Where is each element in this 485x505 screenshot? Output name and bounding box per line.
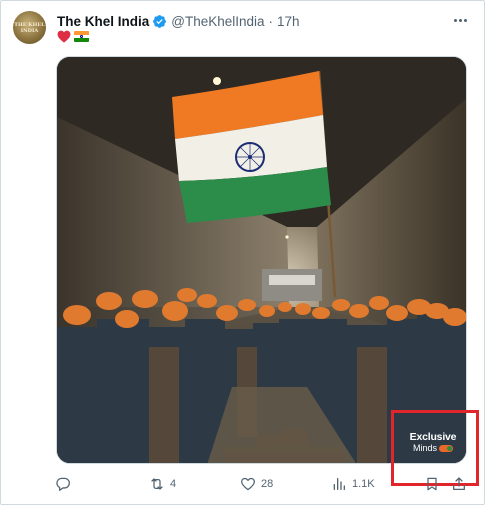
views-bar-chart-icon <box>333 478 345 490</box>
timestamp[interactable]: 17h <box>277 14 300 29</box>
tweet-card[interactable]: THE KHEL INDIA The Khel India @TheKhelIn… <box>0 0 485 505</box>
bookmark-button[interactable] <box>424 474 440 494</box>
retweet-button[interactable]: 4 <box>149 474 176 494</box>
retweet-icon <box>151 478 163 490</box>
india-flag-icon <box>74 31 89 42</box>
bookmark-icon <box>427 477 437 491</box>
like-count: 28 <box>261 478 274 490</box>
tweet-image[interactable]: Exclusive Minds <box>56 56 467 464</box>
tweet-actions: 4 28 1.1K <box>51 474 481 496</box>
like-button[interactable]: 28 <box>240 474 273 494</box>
reply-icon <box>56 477 70 491</box>
tweet-header: The Khel India @TheKhelIndia · 17h <box>57 12 300 30</box>
retweet-count: 4 <box>170 478 177 490</box>
avatar-logo-text: THE KHEL INDIA <box>14 21 45 34</box>
like-heart-icon <box>241 477 255 491</box>
views-count: 1.1K <box>352 478 375 490</box>
tunnel-scene-image <box>57 57 466 463</box>
views-button[interactable]: 1.1K <box>331 474 375 494</box>
tweet-text <box>57 30 89 43</box>
reply-button[interactable] <box>55 474 76 494</box>
share-upload-icon <box>453 477 465 490</box>
share-button[interactable] <box>451 474 467 494</box>
red-heart-icon <box>57 30 71 43</box>
verified-badge-icon <box>153 14 167 28</box>
author-name[interactable]: The Khel India <box>57 14 149 29</box>
avatar[interactable]: THE KHEL INDIA <box>13 11 46 44</box>
author-handle[interactable]: @TheKhelIndia <box>171 14 264 29</box>
separator-dot: · <box>268 13 274 29</box>
more-options-icon[interactable] <box>450 12 470 28</box>
